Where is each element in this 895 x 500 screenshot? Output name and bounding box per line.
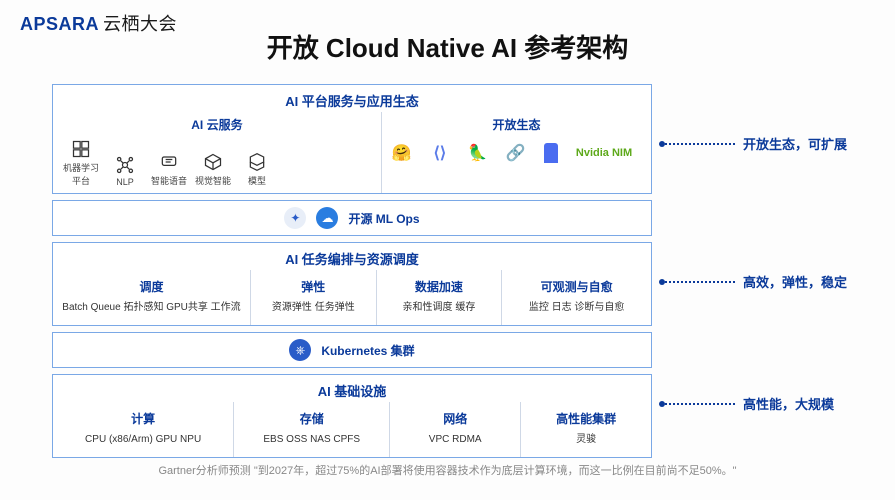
sched-col-items: 亲和性调度 缓存 [379,299,500,321]
infra-col-header: 计算 [55,406,231,431]
platform-layer: AI 平台服务与应用生态 AI 云服务 机器学习平台 NLP [52,84,652,194]
scheduling-title: AI 任务编排与资源调度 [53,243,651,270]
architecture-diagram: AI 平台服务与应用生态 AI 云服务 机器学习平台 NLP [52,84,652,464]
infra-col-header: 高性能集群 [523,406,649,431]
annotation-connector [665,281,735,283]
mlops-cloud-icon: ☁ [316,207,338,229]
sched-col-header: 数据加速 [379,274,500,299]
portal-icon [544,143,558,163]
service-model: 模型 [235,152,279,187]
k8s-layer: ⎈ Kubernetes 集群 [52,332,652,368]
ai-services-row: 机器学习平台 NLP 智能语音 视觉智能 [53,137,381,193]
ecosystem-icons: 🤗 ⟨⟩ 🦜 🔗 Nvidia NIM [382,137,651,171]
infra-title: AI 基础设施 [53,375,651,402]
mlops-label: 开源 ML Ops [348,210,419,227]
open-ecosystem-header: 开放生态 [382,112,651,137]
kubeflow-icon: ✦ [284,207,306,229]
annotation-openness: 开放生态，可扩展 [665,134,847,153]
framework-icon: ⟨⟩ [430,143,450,163]
vision-icon [203,152,223,172]
parrot-icon: 🦜 [468,143,488,163]
sched-col-header: 可观测与自愈 [504,274,649,299]
infra-col-items: 灵骏 [523,431,649,453]
mlops-layer: ✦ ☁ 开源 ML Ops [52,200,652,236]
nlp-icon [115,155,135,175]
k8s-label: Kubernetes 集群 [321,342,414,359]
sched-col-header: 弹性 [253,274,374,299]
voice-icon [159,152,179,172]
footnote: Gartner分析师预测 "到2027年，超过75%的AI部署将使用容器技术作为… [0,462,895,478]
infra-col-items: EBS OSS NAS CPFS [236,431,387,453]
infra-col-header: 网络 [392,406,518,431]
sched-col-items: 资源弹性 任务弹性 [253,299,374,321]
link-icon: 🔗 [506,143,526,163]
annotation-efficiency: 高效，弹性，稳定 [665,272,847,291]
service-ml-platform: 机器学习平台 [59,139,103,187]
service-voice: 智能语音 [147,152,191,187]
nvidia-nim-label: Nvidia NIM [576,147,632,159]
platform-title: AI 平台服务与应用生态 [53,85,651,112]
infra-col-items: VPC RDMA [392,431,518,453]
infra-col-items: CPU (x86/Arm) GPU NPU [55,431,231,453]
page-title: 开放 Cloud Native AI 参考架构 [0,28,895,65]
annotation-connector [665,143,735,145]
service-vision: 视觉智能 [191,152,235,187]
sched-col-items: 监控 日志 诊断与自愈 [504,299,649,321]
sched-col-items: Batch Queue 拓扑感知 GPU共享 工作流 [55,299,248,321]
sched-col-header: 调度 [55,274,248,299]
scheduling-layer: AI 任务编排与资源调度 调度 Batch Queue 拓扑感知 GPU共享 工… [52,242,652,326]
service-nlp: NLP [103,155,147,187]
slide: APSARA云栖大会 开放 Cloud Native AI 参考架构 AI 平台… [0,0,895,500]
kubernetes-icon: ⎈ [289,339,311,361]
ai-cloud-services-header: AI 云服务 [53,112,381,137]
huggingface-icon: 🤗 [392,143,412,163]
annotation-connector [665,403,735,405]
infra-col-header: 存储 [236,406,387,431]
infra-layer: AI 基础设施 计算 CPU (x86/Arm) GPU NPU 存储 EBS … [52,374,652,458]
annotation-performance: 高性能，大规模 [665,394,834,413]
ml-platform-icon [71,139,91,159]
model-icon [247,152,267,172]
